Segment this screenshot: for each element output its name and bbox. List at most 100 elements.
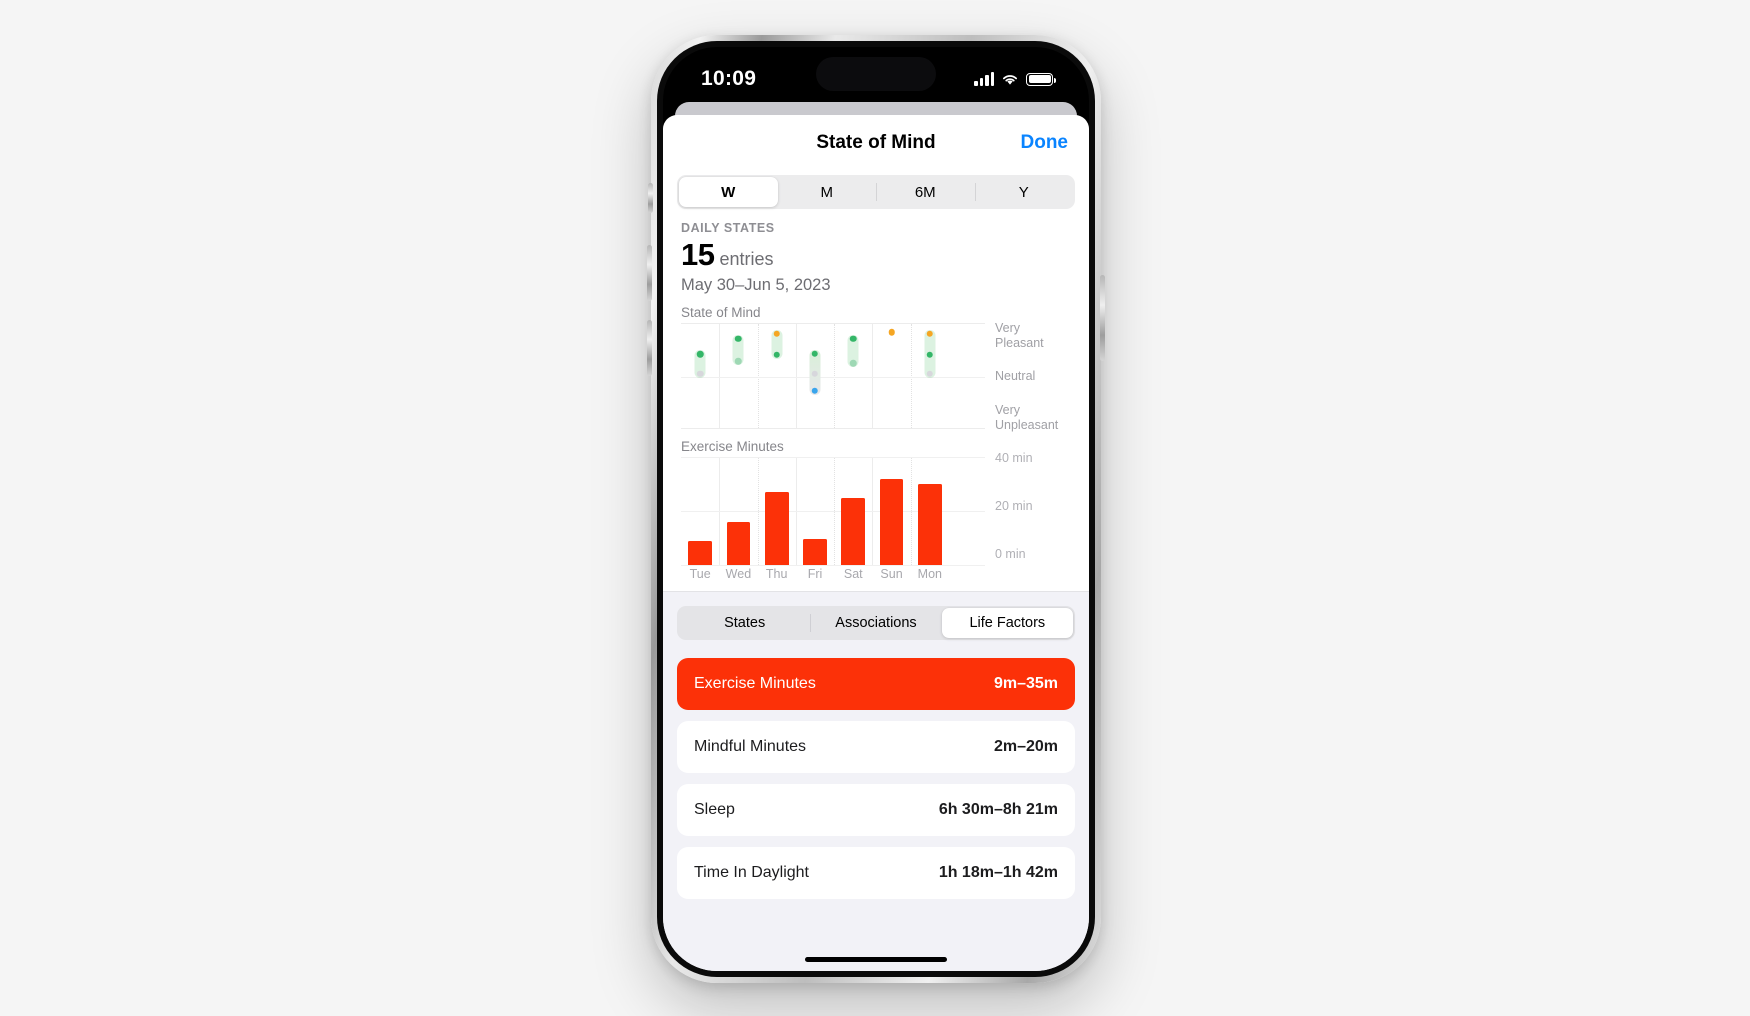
charts-container: State of Mind Very Pleasant Neutral Very… [663, 295, 1089, 591]
page-title: State of Mind [816, 132, 936, 153]
chart-gridline-horizontal [681, 565, 985, 566]
exercise-minutes-bar[interactable] [917, 484, 942, 565]
sheet-navigation-bar: State of Mind Done [663, 115, 1089, 171]
signal-bars-icon [974, 72, 994, 86]
life-factor-name: Mindful Minutes [694, 738, 807, 755]
exercise-minutes-chart[interactable]: 40 min 20 min 0 min [681, 451, 1071, 566]
range-option-y[interactable]: Y [974, 177, 1074, 207]
axis-label-very-pleasant: Very Pleasant [995, 321, 1044, 351]
exercise-minutes-day-label: Sun [880, 567, 903, 581]
iphone-device-frame: 10:09 State of Mind Done W M 6M Y DAILY … [647, 35, 1105, 983]
state-of-mind-data-point[interactable] [850, 359, 857, 367]
range-option-w[interactable]: W [679, 177, 778, 207]
state-of-mind-data-point[interactable] [850, 335, 857, 343]
battery-full-icon [1026, 72, 1056, 86]
state-of-mind-data-point[interactable] [811, 387, 819, 395]
dynamic-island [816, 57, 936, 91]
life-factors-list: Exercise Minutes 9m–35m Mindful Minutes 2m–… [677, 658, 1075, 899]
state-of-mind-data-point[interactable] [773, 351, 780, 358]
state-of-mind-y-axis: Very Pleasant Neutral Very Unpleasant [985, 321, 1071, 432]
volume-down-button[interactable] [647, 320, 652, 376]
state-of-mind-chart[interactable]: Very Pleasant Neutral Very Unpleasant [681, 321, 1071, 432]
exercise-minutes-plot-area[interactable] [681, 457, 985, 566]
life-factor-name: Sleep [694, 801, 735, 818]
state-of-mind-day-column[interactable] [872, 324, 910, 428]
state-of-mind-day-column[interactable] [758, 324, 796, 428]
done-button[interactable]: Done [1021, 132, 1069, 154]
volume-up-button[interactable] [647, 245, 652, 301]
state-of-mind-data-point[interactable] [926, 351, 934, 358]
exercise-minutes-bar[interactable] [803, 539, 827, 565]
state-of-mind-data-point[interactable] [811, 350, 819, 357]
range-option-m[interactable]: M [778, 177, 877, 207]
screenshot-root: 10:09 State of Mind Done W M 6M Y DAILY … [0, 0, 1750, 1016]
exercise-minutes-day-label: Sat [843, 567, 863, 581]
daily-states-summary: DAILY STATES 15 entries May 30–Jun 5, 20… [663, 209, 1089, 295]
life-factors-section: States Associations Life Factors Exercis… [663, 591, 1089, 971]
status-bar: 10:09 [663, 47, 1089, 103]
state-of-mind-day-column[interactable] [834, 324, 872, 428]
life-factor-row[interactable]: Exercise Minutes 9m–35m [677, 658, 1075, 710]
state-of-mind-data-point[interactable] [926, 370, 934, 378]
range-option-6m[interactable]: 6M [876, 177, 975, 207]
state-of-mind-sheet: State of Mind Done W M 6M Y DAILY STATES… [663, 115, 1089, 971]
axis-tick-0min: 0 min [995, 547, 1026, 561]
summary-date-range: May 30–Jun 5, 2023 [681, 276, 831, 294]
tab-associations[interactable]: Associations [810, 608, 941, 638]
state-of-mind-plot-area[interactable] [681, 323, 985, 429]
state-of-mind-data-point[interactable] [926, 330, 934, 337]
insights-segmented-control[interactable]: States Associations Life Factors [677, 606, 1075, 640]
tab-life-factors[interactable]: Life Factors [941, 608, 1073, 638]
state-of-mind-data-point[interactable] [696, 370, 704, 378]
power-button[interactable] [1100, 275, 1105, 361]
x-axis-spacer [949, 567, 1035, 581]
state-of-mind-data-point[interactable] [735, 335, 742, 343]
state-of-mind-data-point[interactable] [696, 350, 704, 358]
state-of-mind-data-point[interactable] [773, 330, 780, 337]
state-of-mind-day-column[interactable] [681, 324, 719, 428]
state-of-mind-data-point[interactable] [888, 329, 895, 336]
exercise-minutes-day-label: Tue [689, 567, 711, 581]
device-screen: 10:09 State of Mind Done W M 6M Y DAILY … [663, 47, 1089, 971]
axis-label-very-unpleasant: Very Unpleasant [995, 403, 1059, 433]
home-indicator[interactable] [805, 957, 947, 962]
state-of-mind-data-point[interactable] [811, 370, 819, 378]
exercise-minutes-day-label: Thu [765, 567, 788, 581]
exercise-minutes-bar[interactable] [879, 478, 904, 565]
state-of-mind-chart-title: State of Mind [681, 305, 761, 320]
chart-gridline-horizontal [681, 457, 985, 458]
axis-tick-40min: 40 min [995, 451, 1033, 465]
mute-switch[interactable] [648, 183, 653, 213]
exercise-minutes-day-label: Wed [725, 567, 752, 581]
life-factor-value: 6h 30m–8h 21m [938, 801, 1058, 818]
entries-unit: entries [719, 249, 774, 269]
life-factor-value: 2m–20m [993, 738, 1058, 755]
wifi-icon [1001, 72, 1019, 86]
exercise-minutes-bar[interactable] [841, 497, 866, 565]
summary-section-label: DAILY STATES [681, 221, 775, 235]
life-factor-row[interactable]: Sleep 6h 30m–8h 21m [677, 784, 1075, 836]
state-of-mind-day-column[interactable] [719, 324, 757, 428]
exercise-minutes-day-label: Mon [917, 567, 942, 581]
life-factor-row[interactable]: Time In Daylight 1h 18m–1h 42m [677, 847, 1075, 899]
life-factor-value: 9m–35m [993, 675, 1058, 692]
exercise-minutes-bar[interactable] [688, 540, 712, 565]
exercise-minutes-y-axis: 40 min 20 min 0 min [985, 451, 1071, 565]
state-of-mind-data-point[interactable] [735, 357, 742, 365]
time-range-segmented-control[interactable]: W M 6M Y [677, 175, 1075, 209]
life-factor-value: 1h 18m–1h 42m [938, 864, 1058, 881]
state-of-mind-day-column[interactable] [911, 324, 949, 428]
exercise-minutes-bar[interactable] [764, 492, 789, 565]
entries-count: 15 [681, 237, 715, 272]
life-factor-row[interactable]: Mindful Minutes 2m–20m [677, 721, 1075, 773]
life-factor-name: Time In Daylight [694, 864, 809, 881]
summary-value-row: 15 entries [681, 237, 1071, 273]
axis-label-neutral: Neutral [995, 369, 1036, 383]
sheet-content: W M 6M Y DAILY STATES 15 entries May 30–… [663, 171, 1089, 971]
tab-states[interactable]: States [679, 608, 810, 638]
state-of-mind-day-column[interactable] [796, 324, 834, 428]
status-bar-clock: 10:09 [701, 67, 757, 90]
device-bezel: 10:09 State of Mind Done W M 6M Y DAILY … [657, 41, 1095, 977]
exercise-minutes-bar[interactable] [726, 521, 751, 565]
exercise-minutes-x-axis: Tue Wed Thu Fri Sat Sun Mon [681, 567, 1071, 581]
